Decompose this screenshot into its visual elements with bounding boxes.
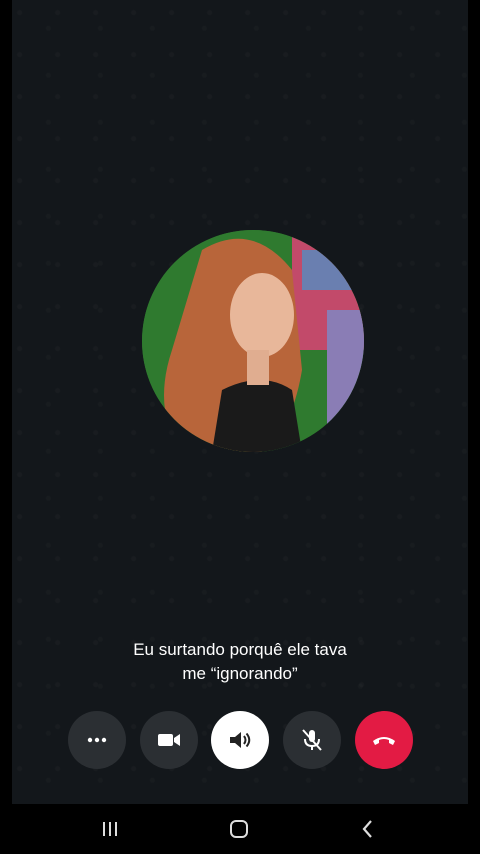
back-button[interactable] bbox=[353, 816, 383, 842]
recent-apps-icon bbox=[103, 822, 117, 836]
ellipsis-icon bbox=[87, 737, 107, 743]
video-button[interactable] bbox=[140, 711, 198, 769]
speaker-button[interactable] bbox=[211, 711, 269, 769]
home-button[interactable] bbox=[224, 816, 254, 842]
contact-photo bbox=[142, 230, 364, 452]
back-icon bbox=[362, 820, 372, 838]
caption: Eu surtando porquê ele tava me “ignorand… bbox=[0, 638, 480, 686]
system-navbar bbox=[0, 804, 480, 854]
video-camera-icon bbox=[158, 734, 180, 746]
more-options-button[interactable] bbox=[68, 711, 126, 769]
recent-apps-button[interactable] bbox=[95, 816, 125, 842]
mute-button[interactable] bbox=[283, 711, 341, 769]
caption-line-1: Eu surtando porquê ele tava bbox=[133, 640, 347, 659]
caption-line-2: me “ignorando” bbox=[182, 664, 298, 683]
call-controls bbox=[0, 711, 480, 769]
speaker-icon bbox=[230, 732, 251, 748]
phone-hangup-icon bbox=[373, 737, 395, 745]
home-icon bbox=[230, 820, 248, 838]
contact-avatar bbox=[142, 230, 364, 452]
microphone-muted-icon bbox=[302, 729, 322, 751]
end-call-button[interactable] bbox=[355, 711, 413, 769]
